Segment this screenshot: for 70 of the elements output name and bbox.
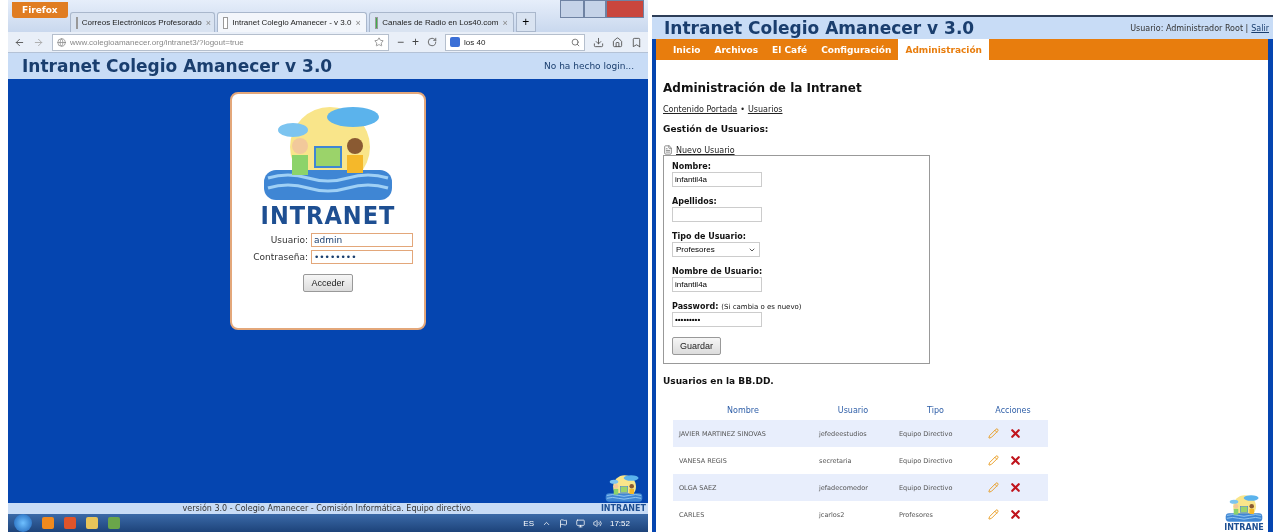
- new-tab-button[interactable]: +: [515, 12, 536, 32]
- logout-link[interactable]: Salir: [1251, 23, 1269, 33]
- password-field[interactable]: •••••••••: [672, 312, 762, 327]
- clock: 17:52: [609, 518, 630, 528]
- zoom-out-button[interactable]: −: [396, 35, 404, 49]
- site-title: Intranet Colegio Amanecer v 3.0: [664, 18, 975, 38]
- search-engine-icon: [450, 37, 460, 47]
- input-field[interactable]: ••••••••: [311, 250, 413, 264]
- field-label: Nombre de Usuario:: [672, 267, 763, 276]
- edit-icon[interactable]: [988, 455, 999, 466]
- column-header: Nombre: [726, 405, 760, 415]
- star-icon[interactable]: [373, 37, 384, 47]
- flag-icon[interactable]: [558, 518, 568, 528]
- start-button[interactable]: [14, 514, 32, 532]
- delete-icon[interactable]: [1009, 454, 1022, 467]
- field-label: Usuario:: [270, 235, 308, 245]
- breadcrumb-link[interactable]: Contenido Portada: [663, 105, 738, 114]
- logo-text: INTRANET: [260, 202, 396, 230]
- tab-close-button[interactable]: ×: [355, 17, 361, 28]
- search-field[interactable]: los 40: [445, 33, 585, 51]
- search-icon[interactable]: [571, 37, 580, 47]
- field-label: Nombre:: [672, 162, 711, 171]
- field-label: Contraseña:: [253, 252, 308, 262]
- forward-icon[interactable]: [33, 36, 44, 48]
- bookmarks-icon[interactable]: [631, 36, 642, 48]
- page-heading: Administración de la Intranet: [663, 81, 863, 95]
- input-field[interactable]: infantil4a: [672, 277, 762, 292]
- browser-tab[interactable]: Canales de Radio en Los40.com ×: [368, 12, 514, 32]
- globe-icon: [57, 37, 66, 47]
- site-title: Intranet Colegio Amanecer v 3.0: [22, 56, 333, 76]
- user-type-select[interactable]: Profesores: [672, 242, 760, 257]
- delete-icon[interactable]: [1009, 481, 1022, 494]
- minimize-icon[interactable]: [560, 0, 584, 18]
- footer-text: versión 3.0 - Colegio Amanecer - Comisión Informática. Equipo directivo.: [182, 504, 474, 513]
- new-user-link[interactable]: Nuevo Usuario: [676, 145, 735, 155]
- field-label: Apellidos:: [672, 197, 717, 206]
- download-icon[interactable]: [593, 36, 604, 48]
- network-icon[interactable]: [575, 518, 585, 528]
- edit-icon[interactable]: [988, 509, 999, 520]
- volume-icon[interactable]: [592, 518, 602, 528]
- section-title: Gestión de Usuarios:: [663, 124, 770, 134]
- input-field[interactable]: [672, 207, 762, 222]
- input-field[interactable]: infantil4a: [672, 172, 762, 187]
- save-button[interactable]: Guardar: [672, 337, 722, 355]
- maximize-icon[interactable]: [584, 0, 606, 18]
- breadcrumb-link[interactable]: Usuarios: [747, 105, 783, 114]
- field-label: Password:: [672, 302, 719, 311]
- reload-icon[interactable]: [427, 37, 437, 47]
- column-header: Acciones: [994, 405, 1032, 415]
- logo-text: INTRANE: [1224, 523, 1264, 532]
- browser-tab[interactable]: Intranet Colegio Amanecer - v 3.0 ×: [216, 12, 367, 32]
- browser-tab[interactable]: Correos Electrónicos Profesorado ×: [69, 12, 215, 32]
- input-field[interactable]: admin: [311, 233, 413, 247]
- login-status: No ha hecho login...: [544, 61, 634, 71]
- language-indicator[interactable]: ES: [523, 518, 534, 528]
- delete-icon[interactable]: [1009, 427, 1022, 440]
- column-header: Tipo: [926, 405, 945, 415]
- login-button[interactable]: Acceder: [303, 274, 353, 292]
- user-info: Usuario: Administrador Root |: [1130, 23, 1249, 33]
- breadcrumb-separator: •: [740, 105, 745, 114]
- address-bar[interactable]: www.colegioamanecer.org/intranet3/?logout=true: [52, 33, 389, 51]
- back-icon[interactable]: [14, 36, 25, 48]
- home-icon[interactable]: [612, 36, 623, 48]
- logo-text: INTRANET: [600, 504, 646, 513]
- document-icon: [663, 145, 673, 155]
- field-label: Tipo de Usuario:: [672, 232, 746, 241]
- delete-icon[interactable]: [1009, 508, 1022, 521]
- section-title: Usuarios en la BB.DD.: [663, 376, 775, 386]
- zoom-in-button[interactable]: +: [412, 35, 419, 49]
- column-header: Usuario: [836, 405, 870, 415]
